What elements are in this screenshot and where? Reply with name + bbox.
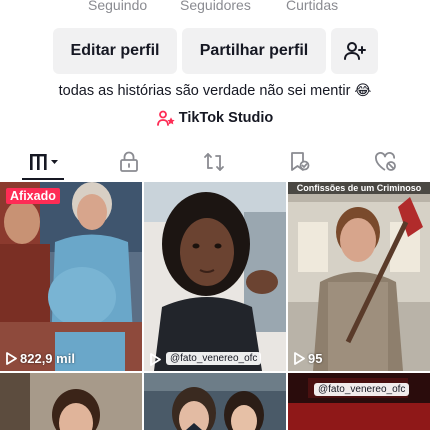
creator-handle-tag: @fato_venereo_ofc bbox=[166, 352, 262, 365]
video-thumbnail-5[interactable] bbox=[144, 373, 286, 430]
saved-icon bbox=[291, 152, 310, 171]
followers-label[interactable]: Seguidores bbox=[180, 0, 251, 13]
video-thumbnail-6[interactable]: @fato_venereo_ofc bbox=[288, 373, 430, 430]
edit-profile-label: Editar perfil bbox=[70, 42, 160, 59]
thumbnail-image bbox=[0, 373, 142, 430]
profile-tabs bbox=[0, 144, 430, 180]
thumbnail-image bbox=[144, 373, 286, 430]
grid-videos-icon bbox=[30, 154, 58, 170]
video-grid: Afixado 822,9 mil @fato_venereo_ofc Conf… bbox=[0, 182, 430, 430]
edit-profile-button[interactable]: Editar perfil bbox=[53, 28, 177, 74]
view-count-value: 822,9 mil bbox=[20, 351, 75, 366]
video-overlay-title: Confissões de um Criminoso bbox=[288, 182, 430, 194]
play-icon bbox=[150, 353, 161, 366]
view-count-value: 95 bbox=[308, 351, 323, 366]
pinned-badge: Afixado bbox=[6, 188, 60, 204]
tab-private[interactable] bbox=[99, 144, 159, 180]
play-icon bbox=[294, 352, 305, 365]
video-thumbnail-1[interactable]: Afixado 822,9 mil bbox=[0, 182, 142, 371]
thumbnail-image bbox=[144, 182, 286, 371]
tab-saved[interactable] bbox=[270, 144, 330, 180]
active-tab-indicator bbox=[22, 178, 64, 180]
video-thumbnail-2[interactable]: @fato_venereo_ofc bbox=[144, 182, 286, 371]
following-label[interactable]: Seguindo bbox=[88, 0, 147, 13]
studio-label: TikTok Studio bbox=[178, 110, 274, 126]
share-profile-button[interactable]: Partilhar perfil bbox=[182, 28, 326, 74]
profile-stats: Seguindo Seguidores Curtidas bbox=[0, 0, 430, 17]
video-thumbnail-4[interactable] bbox=[0, 373, 142, 430]
likes-label[interactable]: Curtidas bbox=[286, 0, 338, 13]
view-count: 95 bbox=[294, 351, 322, 366]
liked-icon bbox=[375, 152, 396, 171]
thumbnail-image bbox=[0, 182, 142, 371]
profile-bio: todas as histórias são verdade não sei m… bbox=[58, 83, 372, 99]
person-add-icon bbox=[343, 42, 366, 60]
view-count: 822,9 mil bbox=[6, 351, 75, 366]
share-profile-label: Partilhar perfil bbox=[199, 42, 309, 59]
thumbnail-image bbox=[288, 373, 430, 430]
lock-icon bbox=[120, 151, 138, 172]
tab-reposts[interactable] bbox=[184, 144, 244, 180]
repost-icon bbox=[204, 153, 224, 171]
tiktok-studio-link[interactable]: TikTok Studio bbox=[0, 110, 430, 126]
studio-icon bbox=[156, 110, 175, 126]
creator-handle-tag: @fato_venereo_ofc bbox=[314, 383, 410, 396]
tab-liked[interactable] bbox=[356, 144, 416, 180]
thumbnail-image bbox=[288, 182, 430, 371]
view-count bbox=[150, 353, 161, 366]
video-thumbnail-3[interactable]: Confissões de um Criminoso 95 bbox=[288, 182, 430, 371]
play-icon bbox=[6, 352, 17, 365]
add-friend-button[interactable] bbox=[331, 28, 378, 74]
tab-videos[interactable] bbox=[14, 144, 74, 180]
